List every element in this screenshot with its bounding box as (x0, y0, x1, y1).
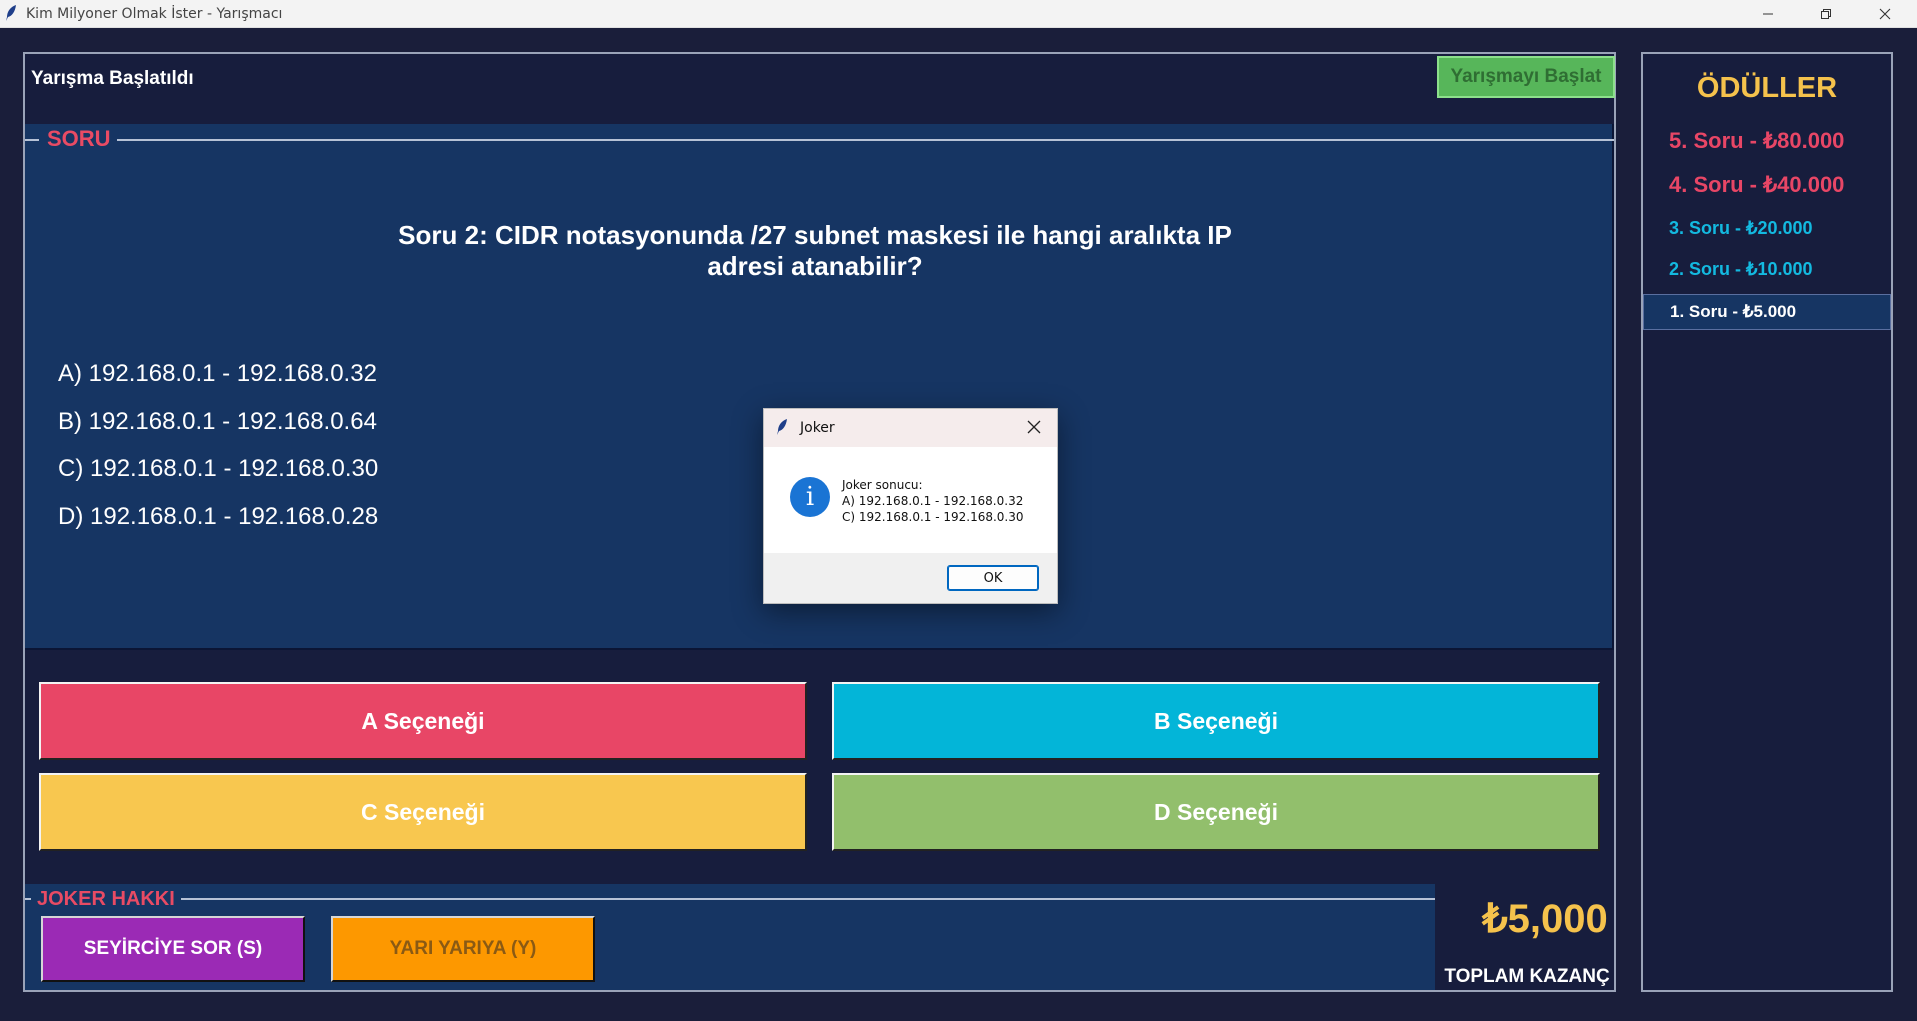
dialog-message: Joker sonucu: A) 192.168.0.1 - 192.168.0… (842, 477, 1024, 525)
dialog-message-line-3: C) 192.168.0.1 - 192.168.0.30 (842, 510, 1024, 524)
dialog-message-line-2: A) 192.168.0.1 - 192.168.0.32 (842, 494, 1024, 508)
option-b-text: B) 192.168.0.1 - 192.168.0.64 (58, 408, 377, 435)
question-line-2: adresi atanabilir? (707, 251, 923, 281)
minimize-icon (1763, 13, 1773, 15)
question-text: Soru 2: CIDR notasyonunda /27 subnet mas… (325, 220, 1305, 282)
ask-audience-button[interactable]: SEYİRCİYE SOR (S) (41, 916, 305, 982)
question-frame-line-left (25, 139, 39, 141)
option-a-text: A) 192.168.0.1 - 192.168.0.32 (58, 360, 377, 387)
window-title: Kim Milyoner Olmak İster - Yarışmacı (26, 6, 283, 22)
restore-button[interactable] (1798, 0, 1854, 28)
prize-title: ÖDÜLLER (1696, 72, 1838, 104)
option-c-text: C) 192.168.0.1 - 192.168.0.30 (58, 455, 379, 482)
joker-frame-line-left (25, 898, 31, 900)
start-game-button[interactable]: Yarışmayı Başlat (1437, 56, 1615, 98)
dialog-message-line-1: Joker sonucu: (842, 478, 923, 492)
prize-item-3: 3. Soru - ₺20.000 (1669, 218, 1813, 238)
dialog-ok-button[interactable]: OK (947, 565, 1039, 591)
prize-item-4: 4. Soru - ₺40.000 (1669, 172, 1845, 197)
window-titlebar: Kim Milyoner Olmak İster - Yarışmacı (0, 0, 1917, 28)
fifty-fifty-button[interactable]: YARI YARIYA (Y) (331, 916, 595, 982)
minimize-button[interactable] (1740, 0, 1796, 28)
joker-frame-line-right (181, 898, 1435, 900)
status-label: Yarışma Başlatıldı (31, 68, 194, 89)
restore-icon (1821, 9, 1831, 19)
answer-b-button[interactable]: B Seçeneği (832, 682, 1600, 760)
total-earnings-label: TOPLAM KAZANÇ (1444, 966, 1610, 987)
close-window-button[interactable] (1857, 0, 1913, 28)
prize-panel: ÖDÜLLER 5. Soru - ₺80.000 4. Soru - ₺40.… (1641, 52, 1893, 992)
option-d-text: D) 192.168.0.1 - 192.168.0.28 (58, 503, 379, 530)
joker-result-dialog: Joker i Joker sonucu: A) 192.168.0.1 - 1… (763, 408, 1058, 604)
prize-item-2: 2. Soru - ₺10.000 (1669, 259, 1813, 279)
answer-d-button[interactable]: D Seçeneği (832, 773, 1600, 851)
prize-item-1-current: 1. Soru - ₺5.000 (1643, 294, 1891, 330)
joker-section-label: JOKER HAKKI (33, 888, 179, 911)
info-icon: i (790, 477, 830, 517)
feather-icon (6, 5, 16, 21)
dialog-title: Joker (800, 420, 835, 436)
question-frame-line-right (117, 139, 1614, 141)
question-line-1: Soru 2: CIDR notasyonunda /27 subnet mas… (398, 220, 1232, 250)
answer-c-button[interactable]: C Seçeneği (39, 773, 807, 851)
feather-icon (777, 419, 787, 435)
close-icon (1879, 8, 1891, 20)
question-section-label: SORU (41, 126, 117, 152)
answer-a-button[interactable]: A Seçeneği (39, 682, 807, 760)
dialog-close-icon[interactable] (1026, 419, 1042, 435)
total-earnings-amount: ₺5,000 (1482, 897, 1608, 941)
prize-item-5: 5. Soru - ₺80.000 (1669, 128, 1845, 153)
dialog-titlebar: Joker (764, 409, 1057, 447)
joker-panel: JOKER HAKKI SEYİRCİYE SOR (S) YARI YARIY… (25, 884, 1435, 990)
